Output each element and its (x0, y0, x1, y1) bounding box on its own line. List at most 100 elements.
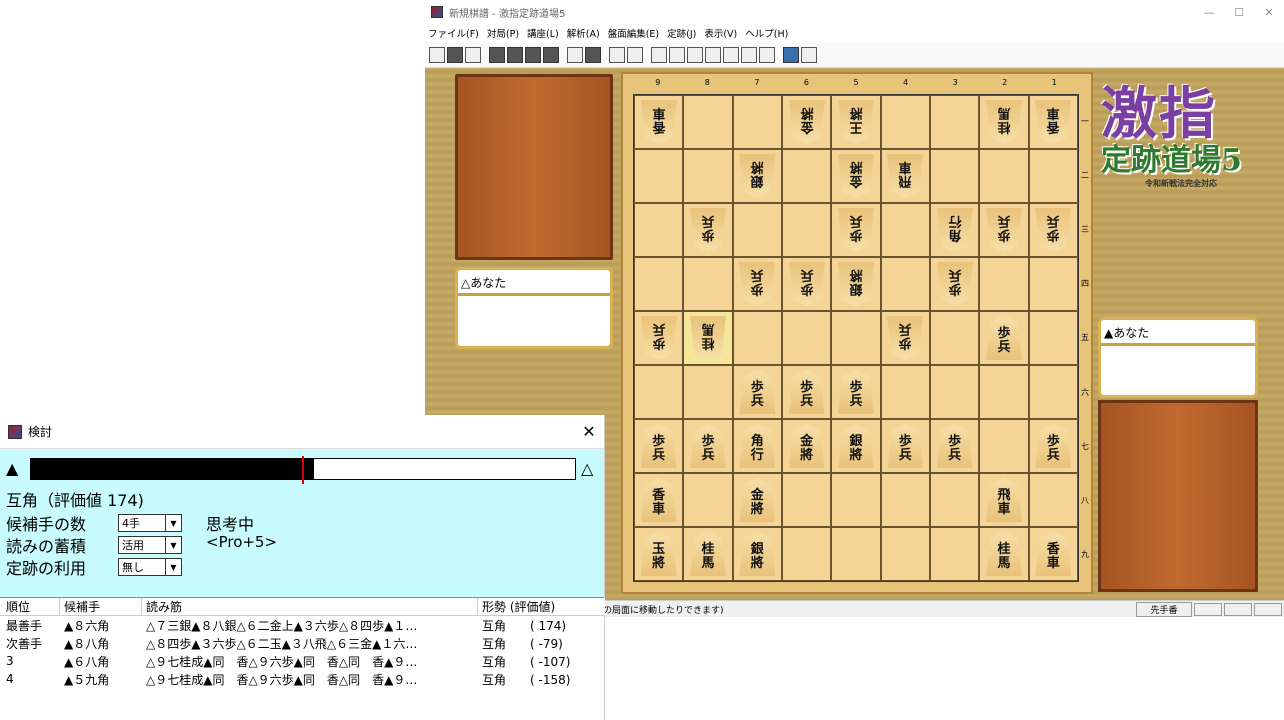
board-square[interactable]: 歩兵 (979, 311, 1029, 365)
board-square[interactable] (929, 149, 980, 203)
board-square[interactable]: 歩兵 (880, 419, 930, 473)
board-square[interactable] (683, 95, 733, 149)
chevron-down-icon[interactable]: ▼ (165, 515, 181, 531)
shogi-board[interactable]: 香車金將王將桂馬香車銀將金將飛車歩兵歩兵角行歩兵歩兵歩兵歩兵銀將歩兵歩兵桂馬歩兵… (633, 94, 1079, 582)
menu-board-edit[interactable]: 盤面編集(E) (608, 26, 659, 40)
shogi-piece[interactable]: 歩兵 (641, 316, 677, 360)
board-square[interactable] (831, 311, 881, 365)
table-row[interactable]: 3 ▲６八角 △９七桂成▲同 香△９六歩▲同 香△同 香▲９… 互角 ( -10… (0, 652, 605, 670)
menu-joseki[interactable]: 定跡(J) (667, 26, 696, 40)
board-square[interactable]: 角行 (929, 203, 980, 257)
shogi-piece[interactable]: 王將 (838, 100, 874, 144)
board-square[interactable] (929, 473, 980, 527)
shogi-piece[interactable]: 銀將 (739, 154, 775, 198)
minimize-button[interactable]: — (1194, 6, 1224, 19)
board-square[interactable] (781, 473, 832, 527)
open-icon[interactable] (447, 46, 463, 63)
board-square[interactable]: 桂馬 (683, 311, 733, 365)
board-square[interactable] (781, 203, 832, 257)
board-square[interactable]: 桂馬 (979, 95, 1029, 149)
board-square[interactable] (979, 257, 1029, 311)
board-square[interactable]: 桂馬 (979, 527, 1029, 581)
board-square[interactable]: 銀將 (732, 149, 782, 203)
joseki-usage-select[interactable]: 無し ▼ (118, 558, 182, 576)
board-square[interactable] (732, 95, 782, 149)
shogi-piece[interactable]: 歩兵 (789, 262, 825, 306)
close-button[interactable]: ✕ (1254, 6, 1284, 19)
shogi-piece[interactable]: 玉將 (640, 532, 677, 576)
shogi-piece[interactable]: 香車 (1035, 100, 1071, 144)
step-back-icon[interactable] (687, 46, 703, 63)
board-square[interactable]: 銀將 (831, 419, 881, 473)
shogi-piece[interactable]: 歩兵 (985, 316, 1022, 360)
board-square[interactable] (1028, 311, 1078, 365)
board-square[interactable] (683, 149, 733, 203)
shogi-piece[interactable]: 金將 (789, 100, 825, 144)
board-square[interactable]: 金將 (781, 419, 832, 473)
board-square[interactable]: 歩兵 (732, 365, 782, 419)
board-square[interactable]: 歩兵 (1028, 203, 1078, 257)
shogi-piece[interactable]: 金將 (788, 424, 825, 468)
menu-analysis[interactable]: 解析(A) (567, 26, 600, 40)
board-square[interactable]: 歩兵 (634, 311, 684, 365)
board-square[interactable]: 歩兵 (1028, 419, 1078, 473)
board-square[interactable]: 歩兵 (929, 257, 980, 311)
back-icon[interactable] (669, 46, 685, 63)
board-square[interactable]: 金將 (781, 95, 832, 149)
col-move[interactable]: 候補手 (60, 598, 142, 615)
board-square[interactable]: 歩兵 (683, 419, 733, 473)
board-square[interactable] (781, 527, 832, 581)
shogi-piece[interactable]: 銀將 (837, 424, 874, 468)
board-square[interactable] (880, 365, 930, 419)
display-icon[interactable] (783, 46, 799, 63)
candidate-count-select[interactable]: 4手 ▼ (118, 514, 182, 532)
board-square[interactable]: 歩兵 (781, 365, 832, 419)
board-square[interactable] (634, 203, 684, 257)
step-forward-icon[interactable] (723, 46, 739, 63)
board-square[interactable] (979, 365, 1029, 419)
shogi-piece[interactable]: 飛車 (985, 478, 1022, 522)
board-square[interactable]: 香車 (634, 95, 684, 149)
board-square[interactable] (979, 419, 1029, 473)
chevron-down-icon[interactable]: ▼ (165, 537, 181, 553)
shogi-piece[interactable]: 桂馬 (986, 100, 1022, 144)
shogi-piece[interactable]: 歩兵 (640, 424, 677, 468)
shogi-piece[interactable]: 歩兵 (788, 370, 825, 414)
menu-lesson[interactable]: 講座(L) (527, 26, 559, 40)
board-square[interactable] (979, 149, 1029, 203)
sente-piece-stand[interactable] (1098, 400, 1258, 592)
board-square[interactable]: 銀將 (831, 257, 881, 311)
gote-piece-stand[interactable] (455, 74, 613, 260)
board-square[interactable] (831, 527, 881, 581)
board-square[interactable]: 香車 (634, 473, 684, 527)
board-square[interactable] (781, 311, 832, 365)
board-square[interactable] (683, 473, 733, 527)
board-square[interactable]: 金將 (732, 473, 782, 527)
shogi-piece[interactable]: 桂馬 (690, 316, 726, 360)
shogi-piece[interactable]: 飛車 (887, 154, 923, 198)
board-square[interactable]: 金將 (831, 149, 881, 203)
table-row[interactable]: 4 ▲５九角 △９七桂成▲同 香△９六歩▲同 香△同 香▲９… 互角 ( -15… (0, 670, 605, 688)
board-square[interactable] (781, 149, 832, 203)
shogi-piece[interactable]: 歩兵 (986, 208, 1022, 252)
board-square[interactable] (1028, 257, 1078, 311)
shogi-piece[interactable]: 歩兵 (1035, 424, 1072, 468)
board-square[interactable] (634, 257, 684, 311)
engine-icon[interactable] (567, 46, 583, 63)
board-square[interactable] (929, 527, 980, 581)
tool-icon-5[interactable] (507, 46, 523, 63)
col-pv[interactable]: 読み筋 (142, 598, 478, 615)
shogi-piece[interactable]: 金將 (838, 154, 874, 198)
shogi-piece[interactable]: 歩兵 (887, 424, 924, 468)
first-move-icon[interactable] (651, 46, 667, 63)
shogi-piece[interactable]: 歩兵 (837, 370, 874, 414)
board-square[interactable] (1028, 473, 1078, 527)
board-square[interactable] (880, 473, 930, 527)
shogi-piece[interactable]: 香車 (1035, 532, 1072, 576)
flip-icon[interactable] (609, 46, 625, 63)
shogi-piece[interactable]: 銀將 (838, 262, 874, 306)
board-square[interactable]: 飛車 (979, 473, 1029, 527)
stop-icon[interactable] (705, 46, 721, 63)
shogi-piece[interactable]: 歩兵 (690, 208, 726, 252)
table-row[interactable]: 最善手 ▲８六角 △７三銀▲８八銀△６二金上▲３六歩△８四歩▲１… 互角 ( 1… (0, 616, 605, 634)
